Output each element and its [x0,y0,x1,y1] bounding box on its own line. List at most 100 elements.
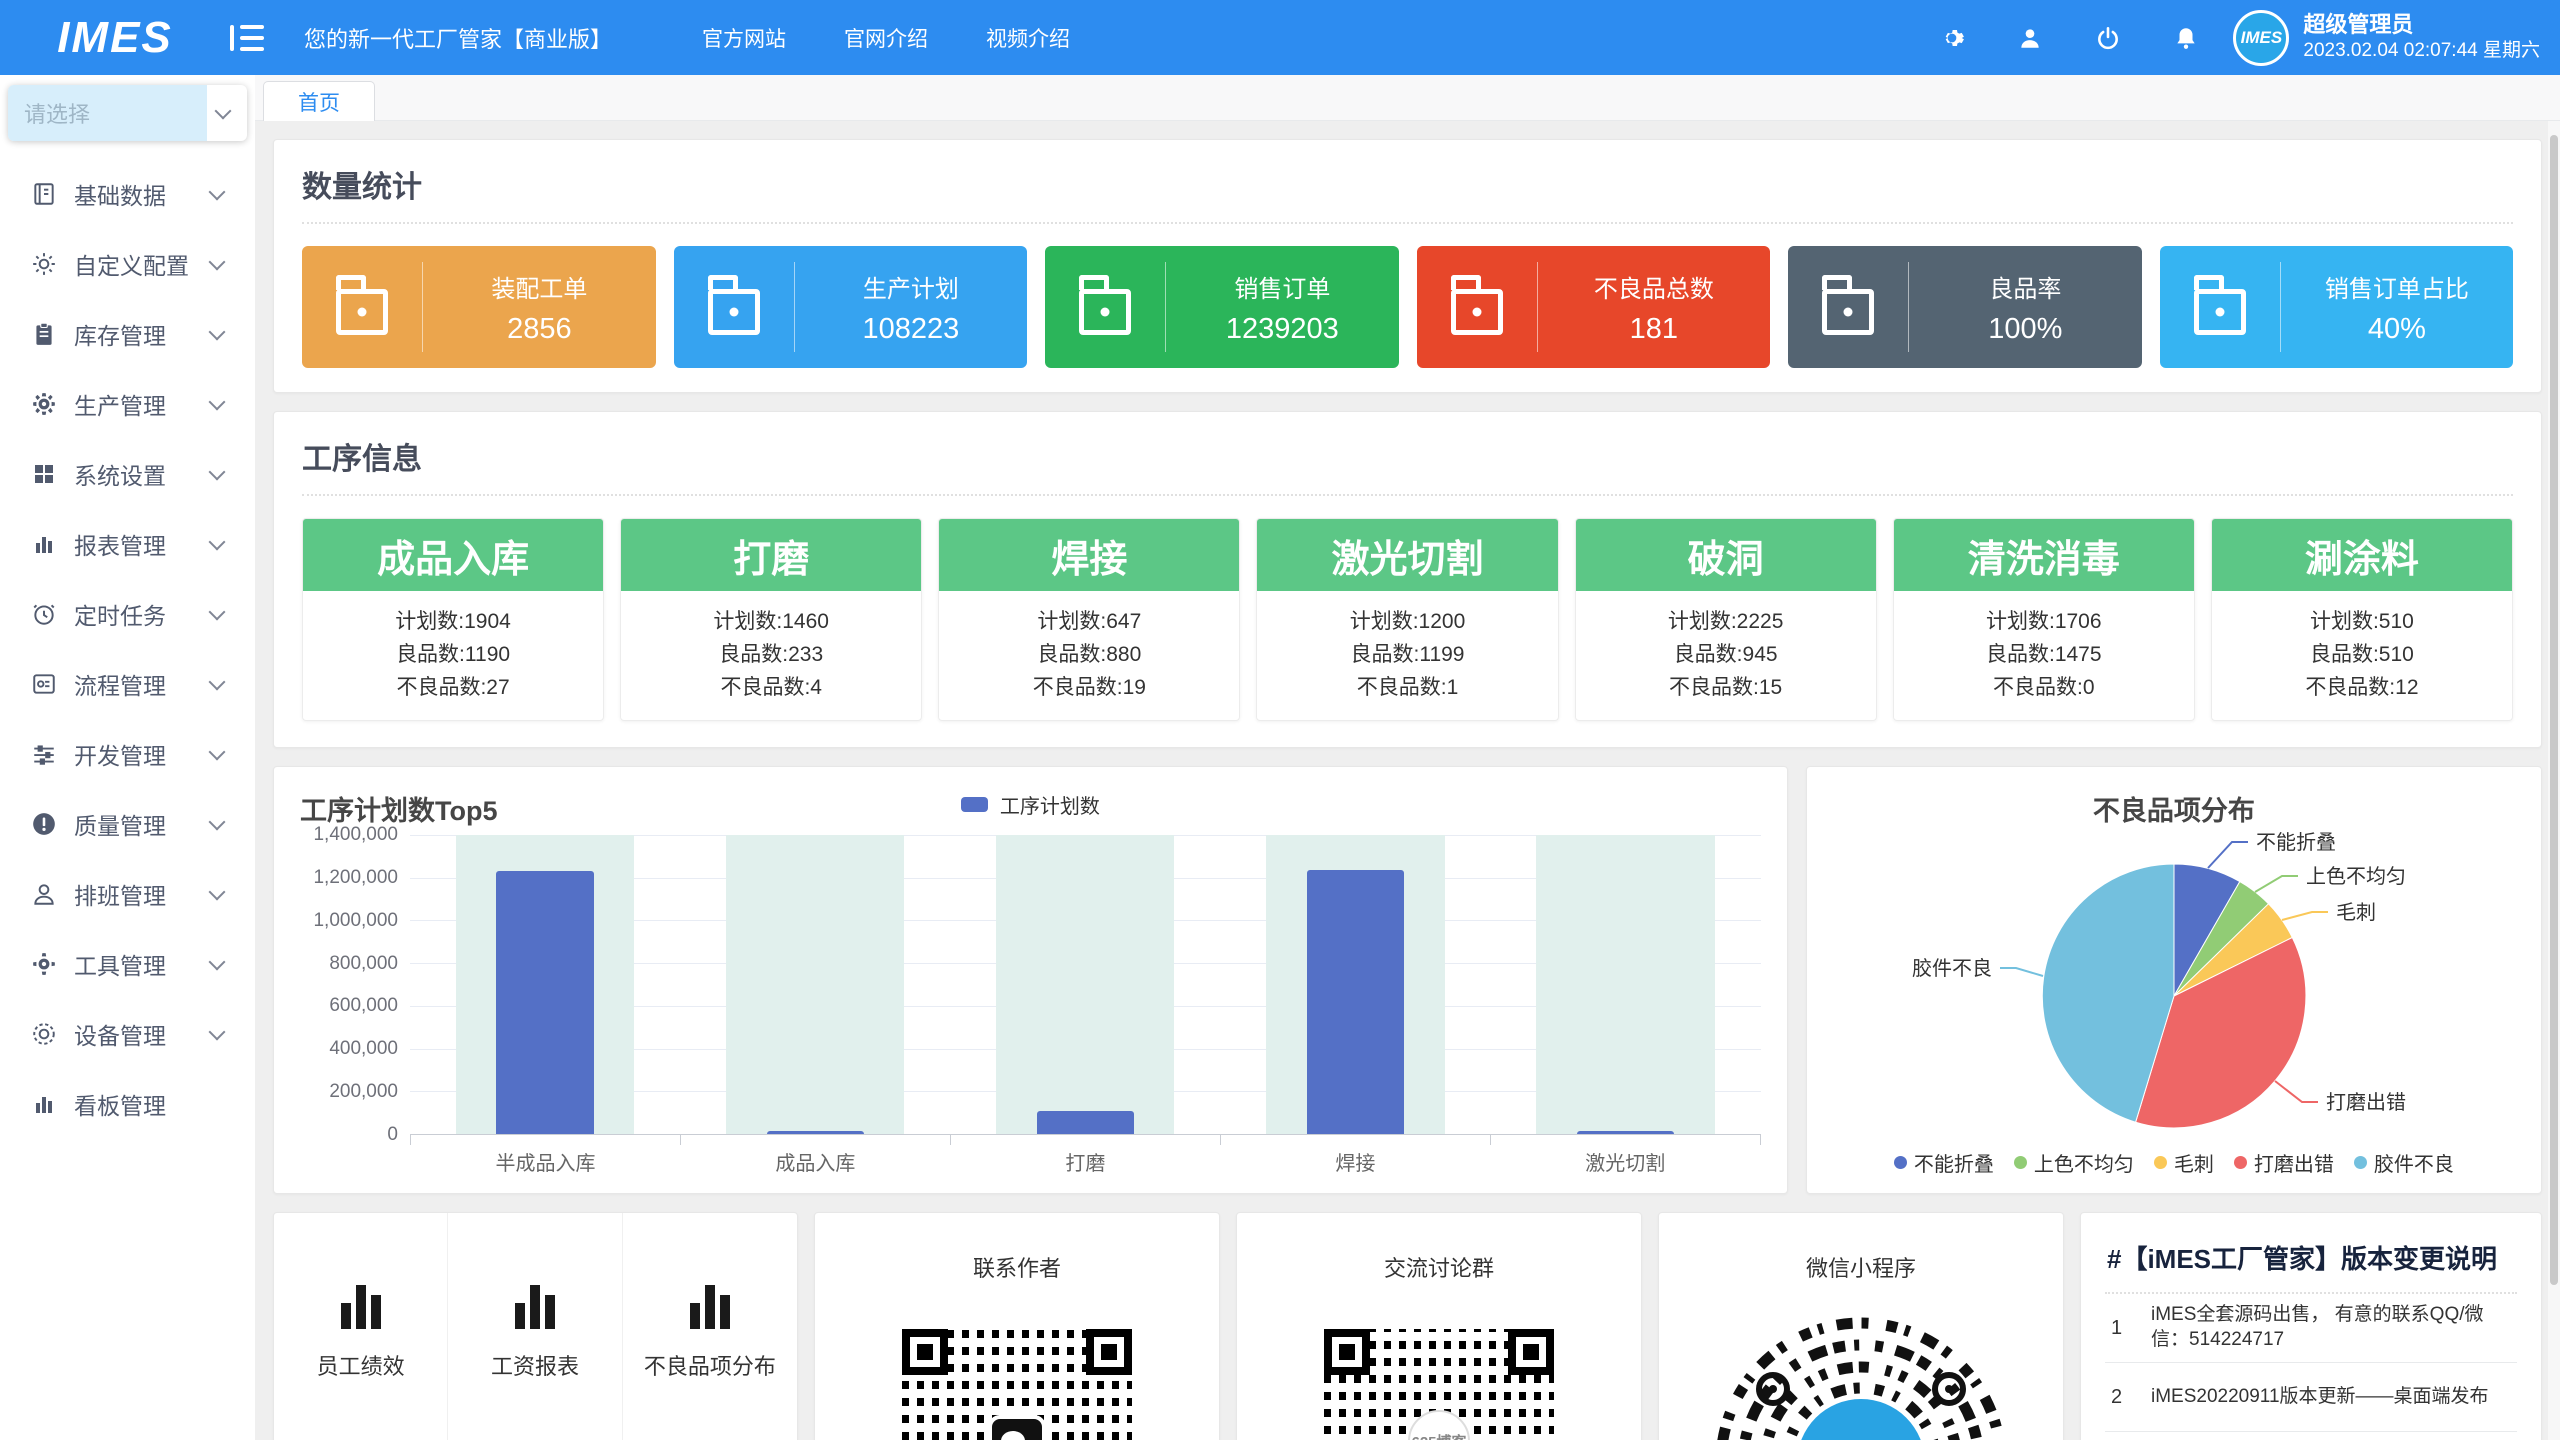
nav-official-site[interactable]: 官方网站 [702,23,786,53]
tab-home[interactable]: 首页 [263,81,375,121]
process-panel: 工序信息 成品入库 计划数:1904良品数:1190不良品数:27 打磨 计划数… [273,411,2542,748]
nav-site-intro[interactable]: 官网介绍 [844,23,928,53]
discussion-group-panel: 交流讨论群 625博客 群名称:625博客 群 号:200884004 [1236,1212,1642,1440]
bar-laser [1577,1131,1674,1134]
bar-plot-area [410,835,1761,1135]
tab-bar: 首页 [255,75,2560,121]
chevron-down-icon [209,884,226,901]
shortcut-label: 不良品项分布 [644,1349,776,1381]
plan-count: 计划数:1200 [1263,605,1551,638]
gear-icon[interactable] [1939,25,1965,51]
process-card[interactable]: 成品入库 计划数:1904良品数:1190不良品数:27 [302,518,604,721]
changelog-row[interactable]: 2iMES20220911版本更新——桌面端发布 [2105,1363,2517,1432]
shortcut-label: 工资报表 [491,1349,579,1381]
bar-chart-icon [341,1283,381,1329]
stat-card-yield-rate[interactable]: 良品率100% [1788,246,2142,368]
sidebar-item-kanban[interactable]: 看板管理 [0,1069,255,1139]
power-icon[interactable] [2095,25,2121,51]
changelog-title: #【iMES工厂管家】版本变更说明 [2105,1233,2517,1294]
row-number: 2 [2105,1386,2151,1409]
x-tick: 打磨 [950,1135,1220,1145]
grid-icon [30,460,58,488]
sidebar-toggle-icon[interactable] [230,25,264,51]
stat-card-assembly-orders[interactable]: 装配工单 2856 [302,246,656,368]
bar-welding [1307,870,1404,1134]
sidebar-item-custom-config[interactable]: 自定义配置 [0,229,255,299]
defect-count: 不良品数:27 [309,671,597,704]
bar-finished [767,1131,864,1134]
group-logo: 625博客 [1408,1410,1470,1440]
shortcut-employee-performance[interactable]: 员工绩效 [274,1213,448,1440]
process-card[interactable]: 破洞 计划数:2225良品数:945不良品数:15 [1575,518,1877,721]
sidebar-item-shift[interactable]: 排班管理 [0,859,255,929]
row-text: iMES全套源码出售， 有意的联系QQ/微信：514224717 [2151,1303,2517,1352]
bar-column [1220,835,1490,1134]
sidebar-item-reports[interactable]: 报表管理 [0,509,255,579]
stat-card-production-plans[interactable]: 生产计划108223 [674,246,1028,368]
app-logo: IMES [0,13,230,63]
sidebar-item-inventory[interactable]: 库存管理 [0,299,255,369]
sidebar-item-tools[interactable]: 工具管理 [0,929,255,999]
vertical-scrollbar[interactable] [2548,121,2560,1440]
process-card[interactable]: 打磨 计划数:1460良品数:233不良品数:4 [620,518,922,721]
section-title-process: 工序信息 [302,434,2513,478]
sidebar-item-quality[interactable]: 质量管理 [0,789,255,859]
good-count: 良品数:1190 [309,638,597,671]
legend-swatch [961,797,988,812]
sidebar-item-production[interactable]: 生产管理 [0,369,255,439]
wechat-qr-code [902,1329,1132,1440]
chevron-down-icon [209,674,226,691]
sidebar-item-equipment[interactable]: 设备管理 [0,999,255,1069]
nav-video-intro[interactable]: 视频介绍 [986,23,1070,53]
process-card[interactable]: 焊接 计划数:647良品数:880不良品数:19 [938,518,1240,721]
stat-value: 2856 [423,313,655,346]
plan-count: 计划数:647 [945,605,1233,638]
stat-label: 装配工单 [423,269,655,304]
pie-legend[interactable]: 不能折叠 上色不均匀 毛刺 打磨出错 胶件不良 [1807,1148,2541,1177]
defect-count: 不良品数:19 [945,671,1233,704]
sidebar-item-development[interactable]: 开发管理 [0,719,255,789]
process-card[interactable]: 涮涂料 计划数:510良品数:510不良品数:12 [2211,518,2513,721]
process-name: 破洞 [1576,519,1876,591]
process-card[interactable]: 激光切割 计划数:1200良品数:1199不良品数:1 [1256,518,1558,721]
bell-icon[interactable] [2173,25,2199,51]
shortcut-salary-report[interactable]: 工资报表 [448,1213,622,1440]
report-shortcuts-panel: 员工绩效 工资报表 不良品项分布 不良品项汇总 生产报表 产量统计 [273,1212,798,1440]
chevron-down-icon [209,1024,226,1041]
process-name: 清洗消毒 [1894,519,2194,591]
changelog-row[interactable]: 3iMES面向小型工厂的新一代基于.NET Core的MES系统__移动端 [2105,1432,2517,1440]
stat-card-sales-orders[interactable]: 销售订单1239203 [1045,246,1399,368]
current-datetime: 2023.02.04 02:07:44 星期六 [2303,39,2540,64]
sidebar-item-label: 系统设置 [74,457,201,491]
changelog-row[interactable]: 1iMES全套源码出售， 有意的联系QQ/微信：514224717 [2105,1294,2517,1363]
y-tick: 600,000 [329,995,398,1017]
plan-count: 计划数:1460 [627,605,915,638]
folder-icon [336,289,388,335]
sidebar-item-base-data[interactable]: 基础数据 [0,159,255,229]
pie-label: 上色不均匀 [2306,865,2406,888]
avatar[interactable]: IMES [2233,10,2289,66]
chevron-down-icon [209,324,226,341]
bar-chart-legend[interactable]: 工序计划数 [300,787,1761,821]
sidebar-item-scheduled-tasks[interactable]: 定时任务 [0,579,255,649]
sidebar-select[interactable]: 请选择 [8,85,247,141]
good-count: 良品数:880 [945,638,1233,671]
defect-count: 不良品数:15 [1582,671,1870,704]
chevron-down-icon [209,954,226,971]
person-icon[interactable] [2017,25,2043,51]
plan-count: 计划数:1706 [1900,605,2188,638]
stat-card-sales-ratio[interactable]: 销售订单占比40% [2160,246,2514,368]
sidebar-item-label: 基础数据 [74,177,201,211]
sidebar-item-system-settings[interactable]: 系统设置 [0,439,255,509]
shortcut-defect-distribution[interactable]: 不良品项分布 [623,1213,797,1440]
bar-column [1491,835,1761,1134]
scrollbar-thumb[interactable] [2550,135,2558,1285]
process-card[interactable]: 清洗消毒 计划数:1706良品数:1475不良品数:0 [1893,518,2195,721]
device-gear-icon [30,1020,58,1048]
stat-value: 40% [2281,313,2513,346]
legend-label: 不能折叠 [1914,1148,1994,1177]
sidebar-item-label: 报表管理 [74,527,201,561]
legend-dot [2234,1156,2247,1169]
stat-card-defect-total[interactable]: 不良品总数181 [1417,246,1771,368]
sidebar-item-workflow[interactable]: 流程管理 [0,649,255,719]
